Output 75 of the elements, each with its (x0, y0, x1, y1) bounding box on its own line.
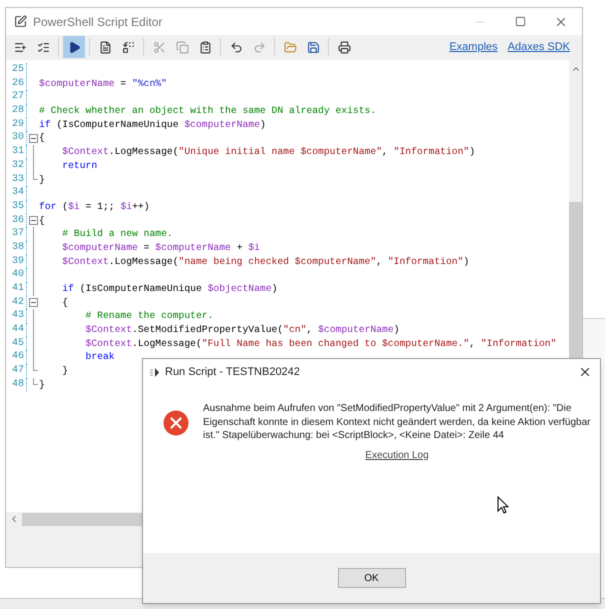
add-list-icon (14, 40, 26, 54)
line-number: 40 (10, 268, 24, 282)
code-line: if (IsComputerNameUnique $objectName) (61, 282, 278, 296)
window-title: PowerShell Script Editor (33, 14, 162, 30)
code-line: # Rename the computer. (84, 309, 214, 324)
code-line: $Context.LogMessage("Unique initial name $computerName", "Information") (61, 145, 476, 159)
line-number: 43 (10, 309, 24, 324)
header-link[interactable]: Adaxes SDK (508, 38, 570, 56)
line-number: 26 (10, 76, 24, 90)
save-icon (306, 40, 320, 54)
code-line: } (39, 172, 45, 186)
line-number: 42 (10, 296, 24, 310)
fold-end-icon (32, 172, 38, 180)
replace-icon (122, 40, 134, 54)
code-line: # Build a new name. (61, 227, 173, 241)
code-line: return (61, 158, 98, 173)
line-number: 45 (10, 336, 24, 350)
fold-toggle-icon[interactable] (28, 298, 38, 308)
code-line: for ($i = 1;; $i++) (39, 200, 150, 214)
code-line: { (39, 214, 45, 228)
code-line: { (61, 296, 68, 310)
code-line: $computerName = "%cn%" (39, 76, 167, 90)
code-line: $Context.LogMessage("name being checked $computerName", "Information") (61, 254, 470, 268)
checklist-icon (36, 40, 50, 54)
printer-icon (338, 40, 350, 54)
code-line: } (39, 378, 45, 392)
code-line: { (39, 131, 45, 146)
dialog-title: Run Script - TESTNB20242 (165, 364, 300, 380)
maximize-icon[interactable] (515, 16, 526, 27)
redo-icon (252, 40, 266, 54)
error-icon (163, 410, 189, 436)
code-line: $Context.SetModifiedPropertyValue("cn", $computerName) (84, 323, 400, 337)
line-number: 44 (10, 323, 24, 337)
edit-icon (14, 15, 27, 28)
header-link[interactable]: Examples (449, 38, 498, 56)
error-message: Ausnahme beim Aufrufen von "SetModifiedPropertyValue" mit 2 Argument(en): "Die Eigenschaft konnte in diesem Kontext nicht geändert werden, da keine Aktion verfügbar ist." Stapelüberwachung: bei <ScriptBlock>, <Keine Datei>: Zeile 44 (203, 402, 591, 442)
line-number: 47 (10, 364, 24, 378)
code-line: if (IsComputerNameUnique $computerName) (39, 118, 266, 132)
paste-icon (198, 40, 212, 54)
execution-log-link[interactable]: Execution Log (365, 448, 429, 462)
undo-icon (230, 40, 242, 54)
line-number: 39 (10, 254, 24, 268)
document-icon (98, 40, 112, 54)
line-number: 38 (10, 240, 24, 255)
line-number: 32 (10, 158, 24, 173)
line-number: 31 (10, 145, 24, 159)
line-number: 36 (10, 214, 24, 228)
line-number: 41 (10, 282, 24, 296)
code-line: # Check whether an object with the same DN already exists. (39, 104, 376, 118)
line-number: 46 (10, 350, 24, 364)
ok-button[interactable]: OK (338, 568, 406, 588)
line-number: 27 (10, 90, 24, 104)
line-number: 48 (10, 378, 24, 392)
line-number: 29 (10, 118, 24, 132)
script-run-icon (150, 368, 160, 376)
play-icon (68, 40, 80, 54)
mouse-pointer-icon (497, 496, 509, 514)
close-icon[interactable] (578, 365, 592, 379)
code-line: $Context.LogMessage("Full Name has been changed to $computerName.", "Information" (84, 336, 556, 350)
fold-toggle-icon[interactable] (28, 216, 38, 225)
folder-icon (284, 40, 296, 54)
scissors-icon (152, 40, 166, 54)
fold-toggle-icon[interactable] (28, 134, 38, 143)
line-number: 33 (10, 172, 24, 186)
code-line: break (84, 350, 115, 364)
copy-icon (176, 40, 188, 54)
line-number: 37 (10, 227, 24, 241)
line-number: 35 (10, 200, 24, 214)
code-line: $computerName = $computerName + $i (61, 240, 260, 255)
line-number: 30 (10, 131, 24, 146)
line-number: 34 (10, 186, 24, 200)
line-number: 25 (10, 63, 24, 77)
toolbar-button[interactable] (63, 36, 85, 58)
code-line: } (61, 364, 68, 378)
line-number: 28 (10, 104, 24, 118)
